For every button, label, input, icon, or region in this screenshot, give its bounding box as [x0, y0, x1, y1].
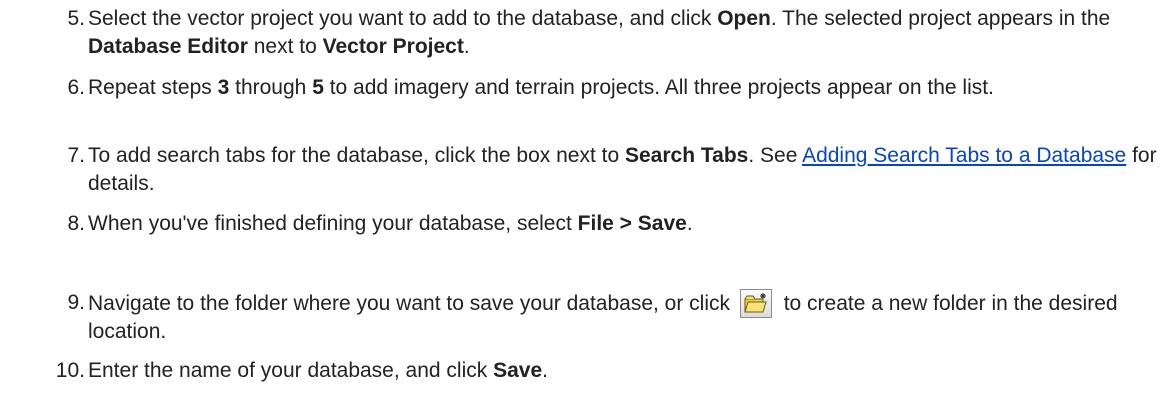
step-5: 5. Select the vector project you want to…	[0, 5, 1171, 65]
new-folder-icon[interactable]	[739, 289, 772, 318]
step-text: Enter the name of your database, and cli…	[88, 359, 548, 382]
database-editor-label: Database Editor	[88, 35, 248, 58]
step-text: To add search tabs for the database, cli…	[88, 144, 1157, 195]
step-text: Select the vector project you want to ad…	[88, 7, 1111, 58]
adding-search-tabs-link[interactable]: Adding Search Tabs to a Database	[802, 144, 1126, 167]
step-10: 10. Enter the name of your database, and…	[0, 357, 1171, 387]
search-tabs-label: Search Tabs	[625, 144, 749, 167]
step-number: 5.	[67, 7, 85, 30]
folder-icon	[744, 293, 767, 313]
save-label: Save	[493, 359, 543, 382]
step-8: 8. When you've finished defining your da…	[0, 210, 1171, 240]
step-text: Repeat steps 3 through 5 to add imagery …	[88, 76, 994, 99]
step-number: 8.	[67, 212, 85, 235]
step-number: 7.	[67, 144, 85, 167]
step-7: 7. To add search tabs for the database, …	[0, 142, 1171, 202]
step-9: 9. Navigate to the folder where you want…	[0, 289, 1171, 349]
open-label: Open	[717, 7, 771, 30]
step-6: 6. Repeat steps 3 through 5 to add image…	[0, 74, 1171, 134]
step-number: 9.	[67, 291, 85, 314]
step-text: Navigate to the folder where you want to…	[88, 289, 1158, 346]
step-text: When you've finished defining your datab…	[88, 212, 693, 235]
vector-project-label: Vector Project	[322, 35, 464, 58]
step-number: 6.	[67, 76, 85, 99]
file-save-label: File > Save	[577, 212, 687, 235]
step-number: 10.	[55, 359, 85, 382]
